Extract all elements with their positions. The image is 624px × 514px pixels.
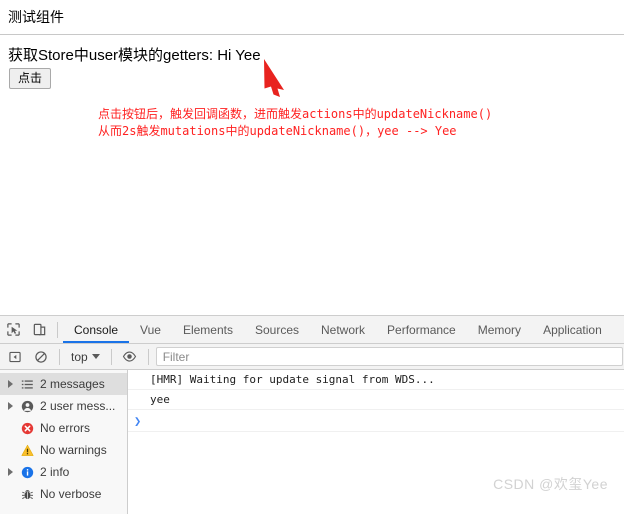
console-log-area[interactable]: [HMR] Waiting for update signal from WDS…	[128, 370, 624, 514]
error-icon	[17, 422, 37, 435]
page-title: 测试组件	[8, 9, 64, 25]
sidebar-item-label: 2 messages	[40, 377, 105, 391]
tab-vue[interactable]: Vue	[129, 317, 172, 343]
eye-icon[interactable]	[117, 344, 143, 369]
console-body: 2 messages 2 user mess... No errors No w…	[0, 370, 624, 514]
tab-application[interactable]: Application	[532, 317, 613, 343]
devtools-panel: Console Vue Elements Sources Network Per…	[0, 315, 624, 514]
tab-network[interactable]: Network	[310, 317, 376, 343]
console-message-row: [HMR] Waiting for update signal from WDS…	[128, 370, 624, 390]
annotation-line-1: 点击按钮后，触发回调函数，进而触发actions中的updateNickname…	[98, 107, 493, 121]
sidebar-item-user-messages[interactable]: 2 user mess...	[0, 395, 127, 417]
inspect-element-icon[interactable]	[0, 317, 26, 343]
sidebar-item-messages[interactable]: 2 messages	[0, 373, 127, 395]
sidebar-item-verbose[interactable]: No verbose	[0, 483, 127, 505]
device-toolbar-icon[interactable]	[26, 317, 52, 343]
tab-memory[interactable]: Memory	[467, 317, 532, 343]
browser-viewport: 测试组件 获取Store中user模块的getters: Hi Yee 点击 点…	[0, 0, 624, 315]
clear-console-icon[interactable]	[28, 344, 54, 369]
expand-arrow-icon[interactable]	[4, 380, 17, 388]
filterbar-divider-3	[147, 348, 149, 365]
red-arrow-annotation-icon	[264, 59, 284, 97]
execution-context-selector[interactable]: top	[65, 347, 106, 367]
horizontal-divider	[0, 34, 624, 35]
console-filter-input[interactable]	[155, 347, 623, 366]
sidebar-toggle-icon[interactable]	[2, 344, 28, 369]
expand-arrow-icon[interactable]	[4, 468, 17, 476]
info-icon	[17, 466, 37, 479]
tab-performance[interactable]: Performance	[376, 317, 467, 343]
red-annotation-text: 点击按钮后，触发回调函数，进而触发actions中的updateNickname…	[98, 106, 492, 140]
sidebar-item-label: No warnings	[40, 443, 107, 457]
console-filter-bar: top	[0, 344, 624, 370]
bug-icon	[17, 488, 37, 501]
devtools-tabbar: Console Vue Elements Sources Network Per…	[0, 316, 624, 344]
filterbar-divider-1	[59, 348, 60, 365]
tab-console[interactable]: Console	[63, 317, 130, 343]
execution-context-value: top	[71, 349, 88, 364]
tab-sources[interactable]: Sources	[244, 317, 310, 343]
console-sidebar: 2 messages 2 user mess... No errors No w…	[0, 370, 128, 514]
filterbar-divider-2	[110, 348, 112, 365]
list-icon	[17, 378, 37, 391]
sidebar-item-label: No errors	[40, 421, 91, 435]
expand-arrow-icon[interactable]	[4, 402, 17, 410]
sidebar-item-warnings[interactable]: No warnings	[0, 439, 127, 461]
sidebar-item-errors[interactable]: No errors	[0, 417, 127, 439]
annotation-line-2: 从而2s触发mutations中的updateNickname()，yee --…	[98, 124, 457, 138]
tab-elements[interactable]: Elements	[172, 317, 244, 343]
click-button[interactable]: 点击	[9, 68, 52, 89]
getter-output-text: 获取Store中user模块的getters: Hi Yee	[8, 47, 261, 64]
person-icon	[17, 400, 37, 413]
chevron-down-icon	[91, 354, 100, 359]
warning-icon	[17, 444, 37, 457]
console-prompt-row[interactable]: ❯	[128, 410, 624, 432]
sidebar-item-info[interactable]: 2 info	[0, 461, 127, 483]
toolbar-divider	[57, 321, 58, 338]
console-message-row: yee	[128, 390, 624, 410]
sidebar-item-label: 2 info	[40, 465, 70, 479]
sidebar-item-label: 2 user mess...	[40, 399, 116, 413]
prompt-chevron-icon: ❯	[134, 414, 142, 428]
sidebar-item-label: No verbose	[40, 487, 102, 501]
